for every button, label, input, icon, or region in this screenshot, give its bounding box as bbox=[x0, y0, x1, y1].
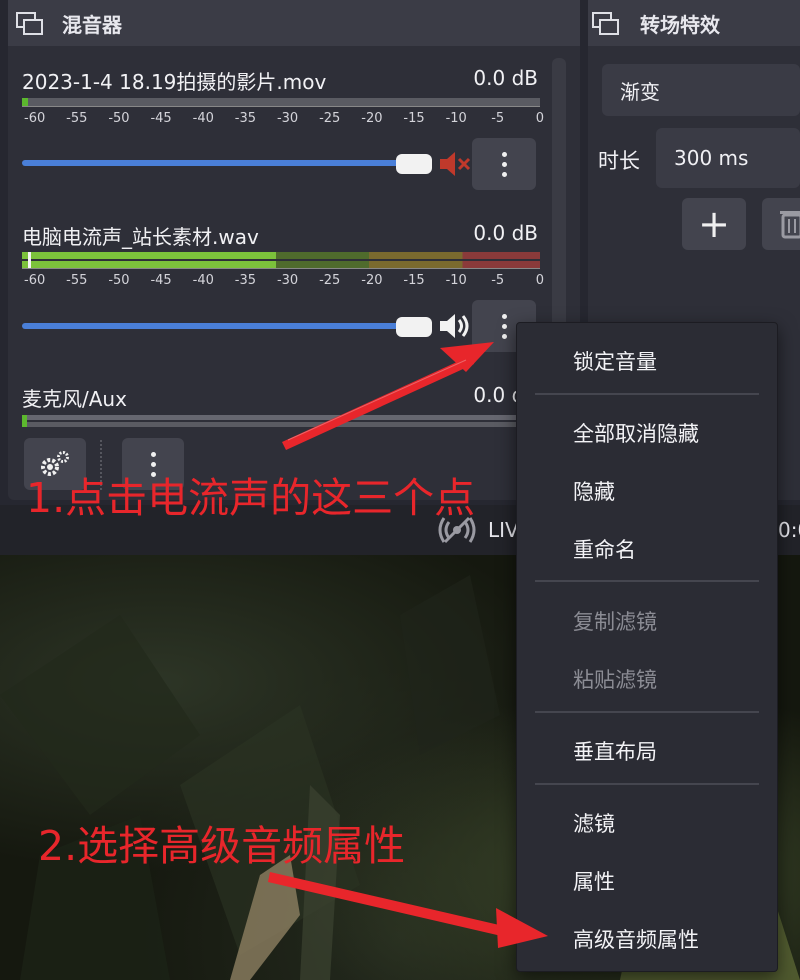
annotation-arrows bbox=[268, 342, 548, 948]
annotation-arrow-1 bbox=[282, 342, 494, 450]
annotation-arrow-2 bbox=[268, 872, 548, 948]
